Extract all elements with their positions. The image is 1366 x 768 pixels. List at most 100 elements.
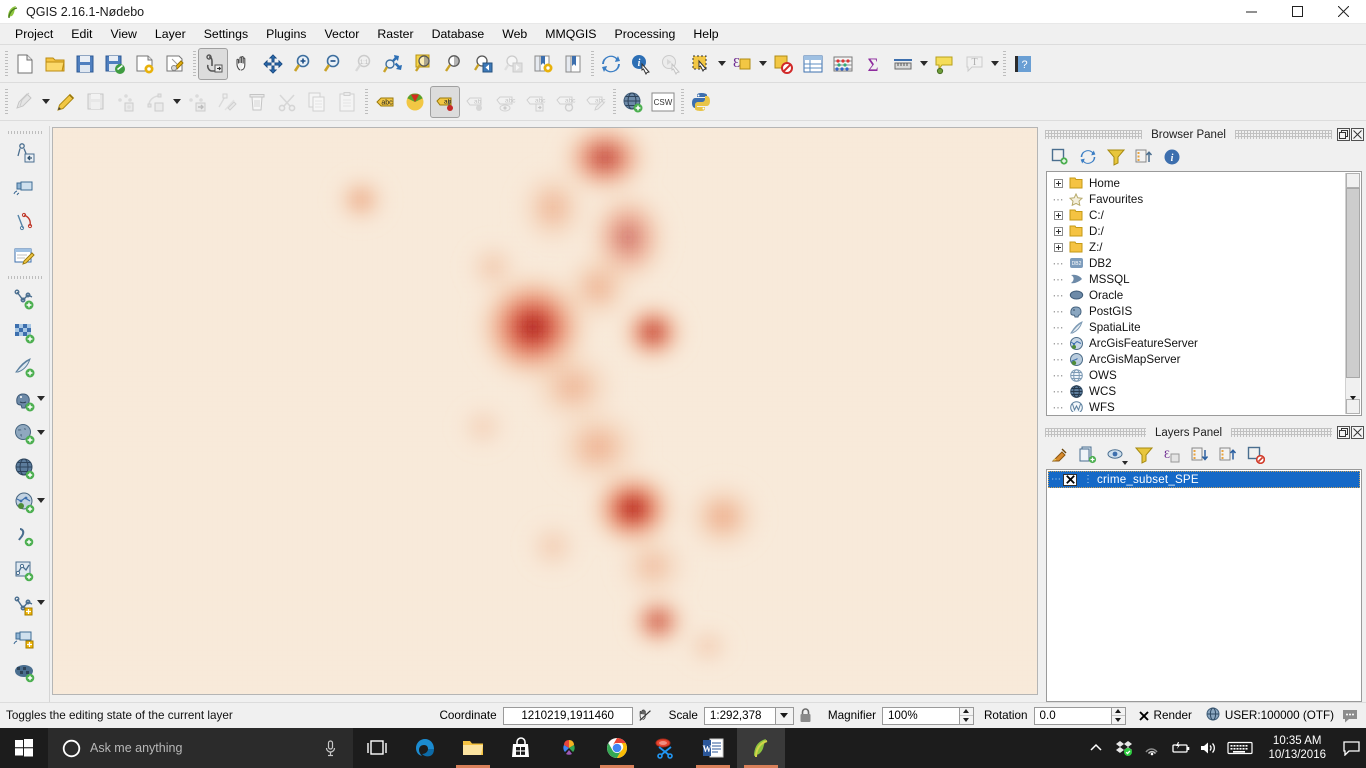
gps-information-icon[interactable] (5, 171, 45, 205)
menu-edit[interactable]: Edit (62, 25, 101, 43)
microsoft-word-icon[interactable]: W (689, 728, 737, 768)
show-hidden-icons-icon[interactable] (1082, 728, 1110, 768)
metasearch-csw-icon[interactable]: CSW (648, 86, 678, 118)
browser-item-ows[interactable]: ⋯ OWS (1050, 367, 1343, 383)
add-vector-layer-icon[interactable] (5, 282, 45, 316)
add-mssql-layer-icon[interactable]: msq (5, 418, 45, 452)
new-gpx-layer-icon[interactable] (5, 622, 45, 656)
maximize-icon[interactable] (1274, 0, 1320, 24)
zoom-to-layer-icon[interactable] (438, 48, 468, 80)
python-console-icon[interactable] (686, 86, 716, 118)
panel-grip[interactable] (1045, 130, 1142, 139)
browser-item-spatialite[interactable]: ⋯ SpatiaLite (1050, 319, 1343, 335)
current-edits-dropdown-icon[interactable] (40, 86, 51, 118)
toolbar-grip[interactable] (2, 49, 10, 79)
measure-line-icon[interactable] (888, 48, 918, 80)
magnifier-stepper[interactable] (960, 707, 974, 725)
browser-panel-close-icon[interactable] (1351, 128, 1364, 141)
qgis-icon[interactable] (737, 728, 785, 768)
browser-item-c-drive[interactable]: C:/ (1050, 207, 1343, 223)
menu-processing[interactable]: Processing (606, 25, 685, 43)
volume-icon[interactable] (1194, 728, 1222, 768)
menu-web[interactable]: Web (493, 25, 536, 43)
toolbar-grip[interactable] (2, 87, 10, 117)
new-shapefile-layer-icon[interactable] (5, 554, 45, 588)
composer-manager-icon[interactable] (160, 48, 190, 80)
help-contents-icon[interactable]: ? (1008, 48, 1038, 80)
expand-icon[interactable] (1050, 211, 1066, 220)
microphone-icon[interactable] (317, 740, 343, 757)
minimize-icon[interactable] (1228, 0, 1274, 24)
new-vector-dropdown-icon[interactable] (37, 600, 45, 605)
cortana-search-box[interactable]: Ask me anything (48, 728, 353, 768)
select-by-expression-icon[interactable]: Ɛ (727, 48, 757, 80)
open-attribute-table-icon[interactable] (798, 48, 828, 80)
expand-icon[interactable] (1050, 227, 1066, 236)
browser-item-favourites[interactable]: ⋯ Favourites (1050, 191, 1343, 207)
menu-vector[interactable]: Vector (315, 25, 368, 43)
node-tool-icon[interactable] (212, 86, 242, 118)
add-wms-layer-icon[interactable] (618, 86, 648, 118)
paste-features-icon[interactable] (332, 86, 362, 118)
messages-icon[interactable] (1334, 709, 1366, 723)
toggle-extents-icon[interactable] (633, 708, 659, 724)
measure-dropdown-icon[interactable] (918, 48, 929, 80)
field-calculator-icon[interactable] (828, 48, 858, 80)
open-project-icon[interactable] (40, 48, 70, 80)
pin-labels-icon[interactable]: abc (490, 86, 520, 118)
file-explorer-icon[interactable] (449, 728, 497, 768)
zoom-full-icon[interactable] (378, 48, 408, 80)
stepper-up-icon[interactable] (960, 708, 973, 717)
show-hide-labels-icon[interactable]: ab (460, 86, 490, 118)
new-virtual-layer-icon[interactable] (5, 656, 45, 690)
deselect-features-icon[interactable] (768, 48, 798, 80)
remove-layer-icon[interactable] (1244, 443, 1268, 467)
scale-dropdown-icon[interactable] (776, 707, 794, 725)
lock-scale-icon[interactable] (794, 708, 818, 723)
expand-icon[interactable] (1050, 243, 1066, 252)
browser-item-db2[interactable]: ⋯ DB2 DB2 (1050, 255, 1343, 271)
toolbar-grip[interactable] (610, 87, 618, 117)
rotation-stepper[interactable] (1112, 707, 1126, 725)
cut-features-icon[interactable] (272, 86, 302, 118)
open-layer-styling-icon[interactable] (1048, 443, 1072, 467)
menu-settings[interactable]: Settings (195, 25, 257, 43)
scale-combobox[interactable]: 1:292,378 (704, 707, 794, 725)
mssql-dropdown-icon[interactable] (37, 430, 45, 435)
change-label-icon[interactable]: abc (580, 86, 610, 118)
manage-layer-visibility-icon[interactable] (1104, 443, 1128, 467)
add-feature-icon[interactable] (111, 86, 141, 118)
panel-grip[interactable] (1235, 130, 1332, 139)
close-icon[interactable] (1320, 0, 1366, 24)
stepper-down-icon[interactable] (1112, 716, 1125, 724)
new-bookmark-icon[interactable] (528, 48, 558, 80)
new-project-icon[interactable] (10, 48, 40, 80)
zoom-native-resolution-icon[interactable]: 1:1 (348, 48, 378, 80)
toolbar-grip[interactable] (5, 128, 45, 137)
scroll-thumb[interactable] (1346, 188, 1360, 378)
menu-plugins[interactable]: Plugins (257, 25, 315, 43)
highlight-pinned-labels-icon[interactable]: abc (520, 86, 550, 118)
add-delimited-text-layer-icon[interactable] (5, 520, 45, 554)
rotate-label-icon[interactable]: abc (550, 86, 580, 118)
toggle-editing-icon[interactable] (51, 86, 81, 118)
topology-checker-icon[interactable] (5, 205, 45, 239)
add-spatialite-layer-icon[interactable] (5, 350, 45, 384)
identify-features-icon[interactable]: i (626, 48, 656, 80)
menu-project[interactable]: Project (6, 25, 62, 43)
map-tip-annotation-icon[interactable] (929, 48, 959, 80)
panel-grip[interactable] (1231, 428, 1332, 437)
add-group-icon[interactable] (1076, 443, 1100, 467)
google-chrome-icon[interactable] (593, 728, 641, 768)
pan-map-to-selection-icon[interactable] (198, 48, 228, 80)
render-checkbox[interactable]: Render (1138, 709, 1192, 722)
coordinate-input[interactable]: 1210219,1911460 (503, 707, 633, 725)
annotation-dropdown-icon[interactable] (989, 48, 1000, 80)
add-selected-layers-icon[interactable] (1048, 145, 1072, 169)
add-part-icon[interactable] (141, 86, 171, 118)
keyboard-icon[interactable] (1222, 728, 1258, 768)
select-by-expression-dropdown-icon[interactable] (757, 48, 768, 80)
postgis-dropdown-icon[interactable] (37, 396, 45, 401)
stepper-up-icon[interactable] (1112, 708, 1125, 717)
browser-properties-icon[interactable]: i (1160, 145, 1184, 169)
